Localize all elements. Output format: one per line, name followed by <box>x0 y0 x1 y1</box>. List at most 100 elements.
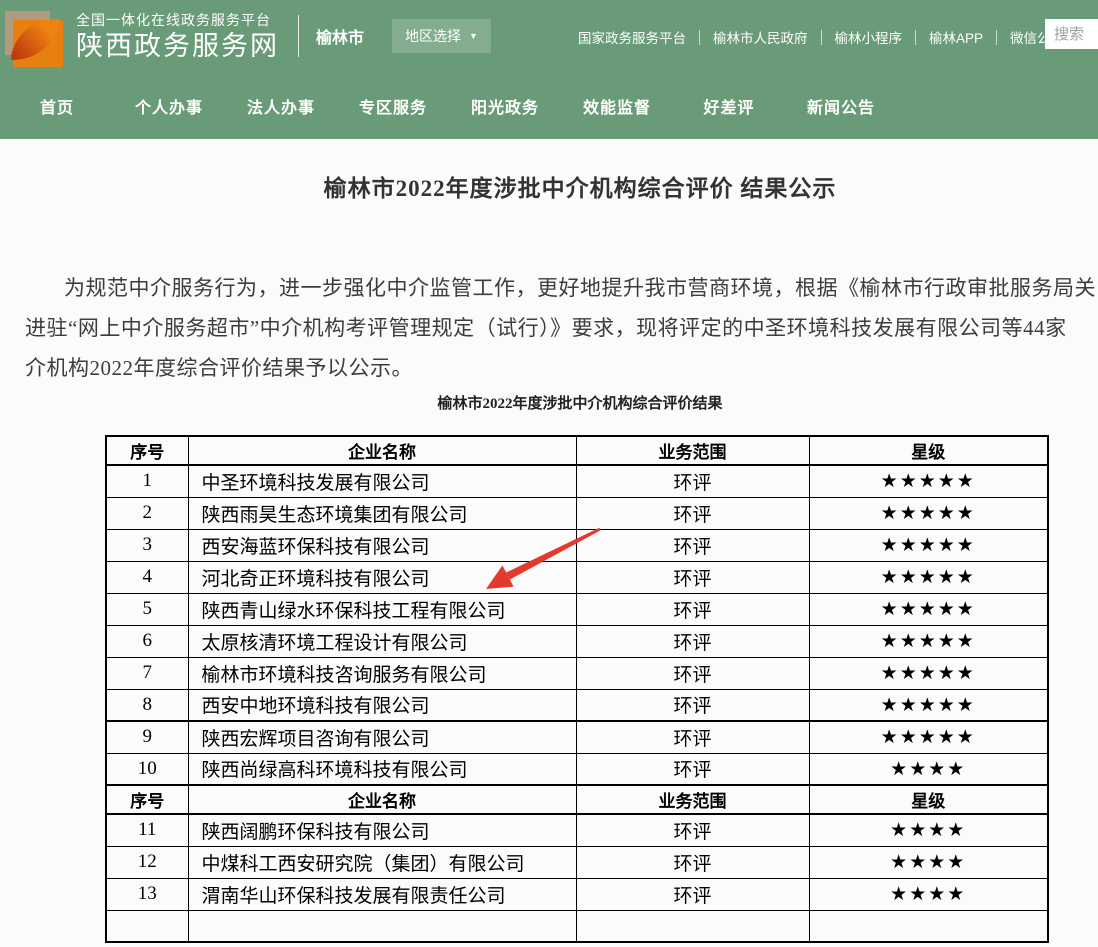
cell-no: 3 <box>106 529 188 561</box>
page-title: 榆林市2022年度涉批中介机构综合评价 结果公示 <box>0 176 1098 202</box>
cell-stars: ★★★★ <box>809 846 1048 878</box>
search-input[interactable] <box>1045 19 1098 49</box>
table-row: 2陕西雨昊生态环境集团有限公司环评★★★★★ <box>106 497 1048 529</box>
nav-item-4[interactable]: 阳光政务 <box>463 94 547 118</box>
top-links: 国家政务服务平台榆林市人民政府榆林小程序榆林APP微信公众号 <box>578 27 1078 47</box>
table-header-row: 序号企业名称业务范围星级 <box>106 436 1048 465</box>
cell-name: 陕西青山绿水环保科技工程有限公司 <box>188 593 576 625</box>
brand-divider <box>298 15 299 57</box>
cell-scope: 环评 <box>576 721 809 753</box>
cell-no: 5 <box>106 593 188 625</box>
paragraph-line: 进驻“网上中介服务超市”中介机构考评管理规定（试行）》要求，现将评定的中圣环境科… <box>25 308 1098 348</box>
cell-name: 西安中地环境科技有限公司 <box>188 689 576 721</box>
cell-stars: ★★★★ <box>809 878 1048 910</box>
nav-item-0[interactable]: 首页 <box>15 94 99 118</box>
table-header-row: 序号企业名称业务范围星级 <box>106 785 1048 814</box>
top-bar: 全国一体化在线政务服务平台 陕西政务服务网 榆林市 地区选择 ▼ 国家政务服务平… <box>0 0 1098 72</box>
site-logo-icon[interactable] <box>5 9 63 67</box>
table-row: 11陕西阔鹏环保科技有限公司环评★★★★ <box>106 814 1048 846</box>
table-row: 7榆林市环境科技咨询服务有限公司环评★★★★★ <box>106 657 1048 689</box>
top-link-separator <box>996 30 997 45</box>
nav-item-7[interactable]: 新闻公告 <box>799 94 883 118</box>
top-link-3[interactable]: 榆林APP <box>929 27 983 47</box>
cell-name: 陕西雨昊生态环境集团有限公司 <box>188 497 576 529</box>
evaluation-table: 序号企业名称业务范围星级1中圣环境科技发展有限公司环评★★★★★2陕西雨昊生态环… <box>105 435 1049 943</box>
cell-name: 榆林市环境科技咨询服务有限公司 <box>188 657 576 689</box>
cell-no: 2 <box>106 497 188 529</box>
cell-stars: ★★★★ <box>809 814 1048 846</box>
cell-scope: 环评 <box>576 753 809 785</box>
top-link-separator <box>699 30 700 45</box>
cell-no: 12 <box>106 846 188 878</box>
cell-stars: ★★★★★ <box>809 561 1048 593</box>
cell-scope: 环评 <box>576 593 809 625</box>
current-city-label: 榆林市 <box>316 24 364 48</box>
cell-stars: ★★★★★ <box>809 593 1048 625</box>
column-header: 序号 <box>106 436 188 465</box>
column-header: 序号 <box>106 785 188 814</box>
cell-scope: 环评 <box>576 814 809 846</box>
top-link-separator <box>821 30 822 45</box>
cell-scope: 环评 <box>576 625 809 657</box>
cell-scope: 环评 <box>576 497 809 529</box>
cell-name: 陕西宏辉项目咨询有限公司 <box>188 721 576 753</box>
nav-item-1[interactable]: 个人办事 <box>127 94 211 118</box>
column-header: 企业名称 <box>188 436 576 465</box>
cell-name: 中圣环境科技发展有限公司 <box>188 465 576 497</box>
cell-scope: 环评 <box>576 465 809 497</box>
cell-scope: 环评 <box>576 529 809 561</box>
cell-scope: 环评 <box>576 846 809 878</box>
column-header: 企业名称 <box>188 785 576 814</box>
table-row: 5陕西青山绿水环保科技工程有限公司环评★★★★★ <box>106 593 1048 625</box>
column-header: 业务范围 <box>576 436 809 465</box>
region-select-label: 地区选择 <box>405 26 461 46</box>
top-link-separator <box>915 30 916 45</box>
cell-name: 中煤科工西安研究院（集团）有限公司 <box>188 846 576 878</box>
column-header: 星级 <box>809 436 1048 465</box>
cell-stars: ★★★★★ <box>809 689 1048 721</box>
site-header: 全国一体化在线政务服务平台 陕西政务服务网 榆林市 地区选择 ▼ 国家政务服务平… <box>0 0 1098 139</box>
nav-item-6[interactable]: 好差评 <box>687 94 771 118</box>
cell-stars: ★★★★★ <box>809 625 1048 657</box>
paragraph-line: 介机构2022年度综合评价结果予以公示。 <box>25 348 1098 388</box>
cell-no: 6 <box>106 625 188 657</box>
cell-no: 9 <box>106 721 188 753</box>
table-row: 4河北奇正环境科技有限公司环评★★★★★ <box>106 561 1048 593</box>
region-select-button[interactable]: 地区选择 ▼ <box>392 19 491 53</box>
cell-scope: 环评 <box>576 689 809 721</box>
table-row: 3西安海蓝环保科技有限公司环评★★★★★ <box>106 529 1048 561</box>
top-link-1[interactable]: 榆林市人民政府 <box>713 27 808 47</box>
cell-name: 陕西尚绿高科环境科技有限公司 <box>188 753 576 785</box>
table-row: 1中圣环境科技发展有限公司环评★★★★★ <box>106 465 1048 497</box>
cell-empty <box>106 910 188 942</box>
cell-no: 10 <box>106 753 188 785</box>
nav-item-3[interactable]: 专区服务 <box>351 94 435 118</box>
cell-stars: ★★★★★ <box>809 657 1048 689</box>
cell-empty <box>576 910 809 942</box>
cell-name: 河北奇正环境科技有限公司 <box>188 561 576 593</box>
table-row: 6太原核清环境工程设计有限公司环评★★★★★ <box>106 625 1048 657</box>
cell-name: 太原核清环境工程设计有限公司 <box>188 625 576 657</box>
nav-item-5[interactable]: 效能监督 <box>575 94 659 118</box>
cell-stars: ★★★★★ <box>809 497 1048 529</box>
brand-block: 全国一体化在线政务服务平台 陕西政务服务网 <box>76 10 279 62</box>
column-header: 星级 <box>809 785 1048 814</box>
top-link-2[interactable]: 榆林小程序 <box>835 27 903 47</box>
cell-scope: 环评 <box>576 657 809 689</box>
cell-name: 陕西阔鹏环保科技有限公司 <box>188 814 576 846</box>
cell-no: 11 <box>106 814 188 846</box>
table-row: 8西安中地环境科技有限公司环评★★★★★ <box>106 689 1048 721</box>
cell-no: 13 <box>106 878 188 910</box>
main-nav: 首页 个人办事 法人办事 专区服务 阳光政务 效能监督 好差评 新闻公告 <box>0 72 1098 139</box>
cell-stars: ★★★★ <box>809 753 1048 785</box>
table-row: 10陕西尚绿高科环境科技有限公司环评★★★★ <box>106 753 1048 785</box>
cell-no: 4 <box>106 561 188 593</box>
platform-name: 全国一体化在线政务服务平台 <box>76 10 279 30</box>
cell-stars: ★★★★★ <box>809 721 1048 753</box>
cell-stars: ★★★★★ <box>809 465 1048 497</box>
nav-item-2[interactable]: 法人办事 <box>239 94 323 118</box>
announcement-paragraph: 为规范中介服务行为，进一步强化中介监管工作，更好地提升我市营商环境，根据《榆林市… <box>25 268 1098 388</box>
cell-scope: 环评 <box>576 878 809 910</box>
cell-name: 西安海蓝环保科技有限公司 <box>188 529 576 561</box>
top-link-0[interactable]: 国家政务服务平台 <box>578 27 686 47</box>
